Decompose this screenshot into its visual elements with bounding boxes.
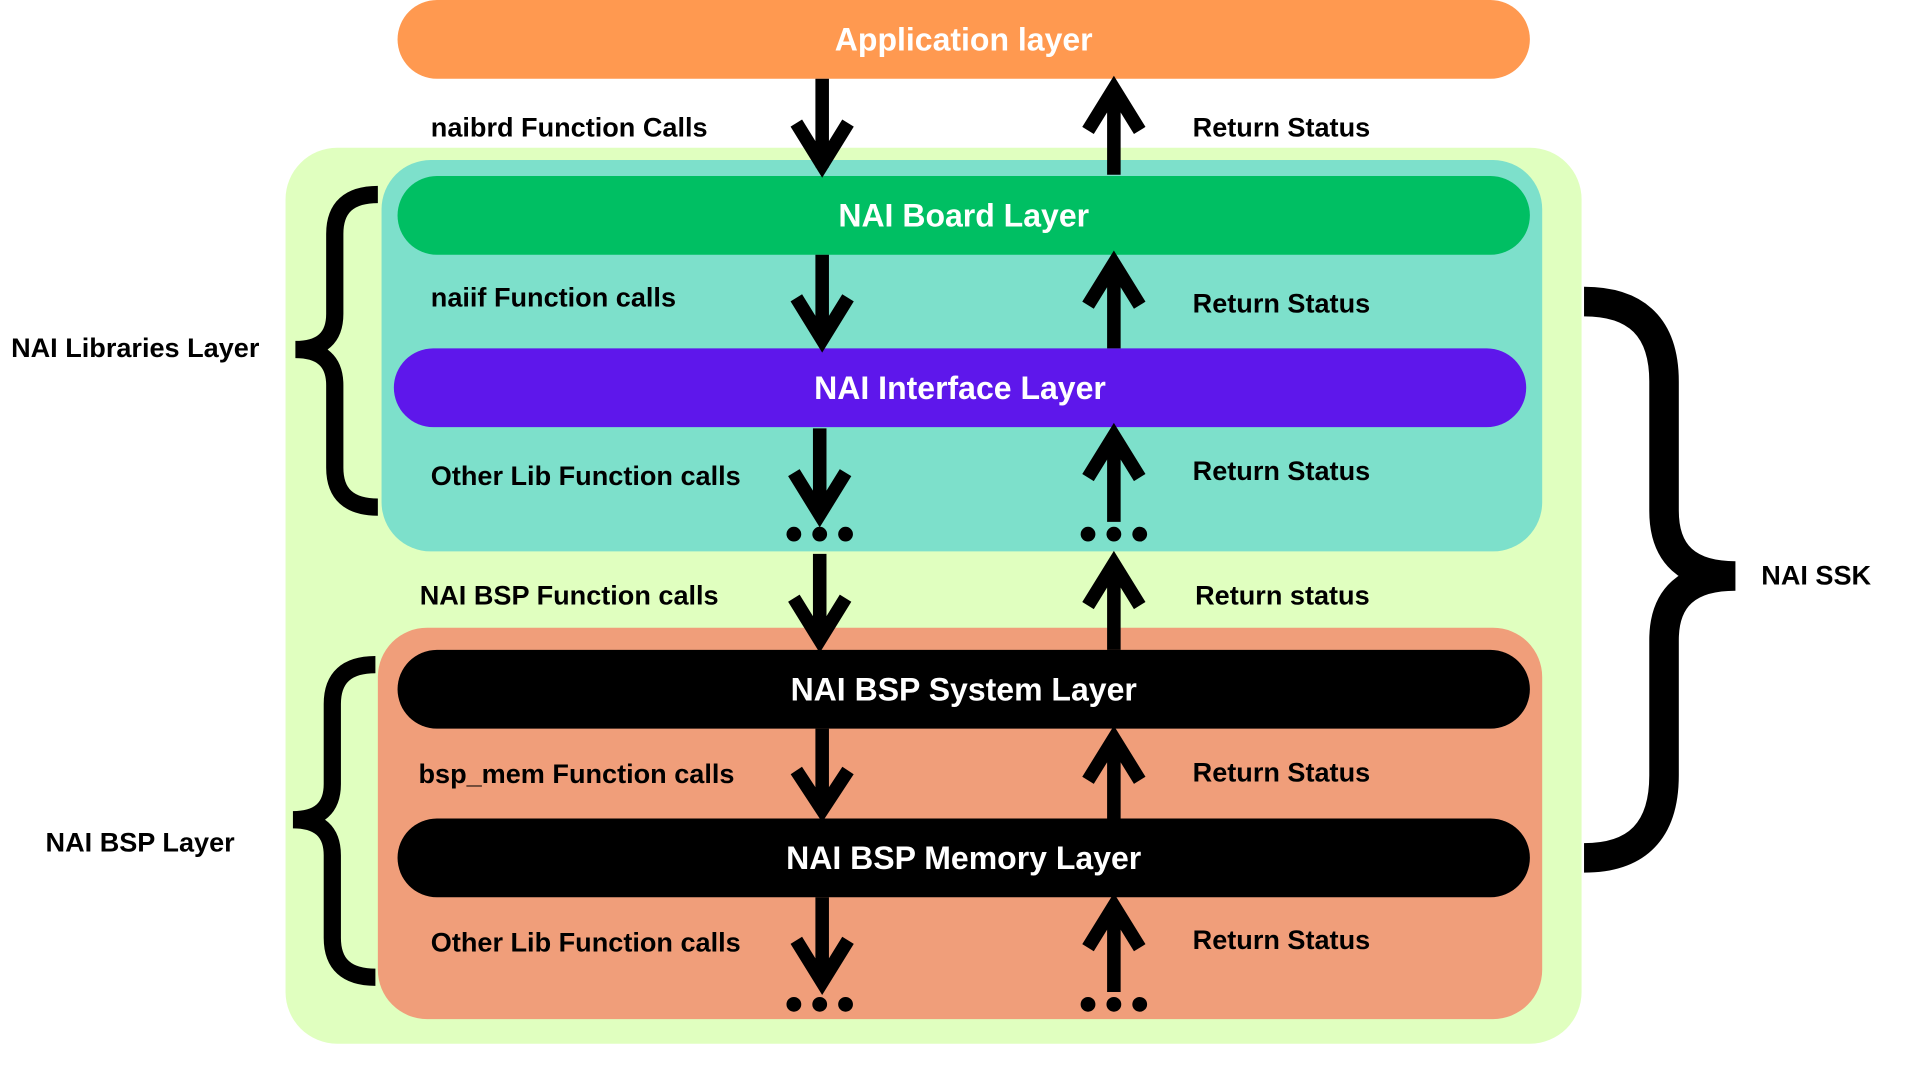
down-arrow-icon [788, 553, 852, 653]
down-arrow-icon [788, 428, 852, 528]
return-status-label: Return Status [1192, 756, 1371, 788]
libraries-brace-icon [295, 185, 379, 516]
return-status-label: Return Status [1192, 455, 1371, 487]
libraries-group-label: NAI Libraries Layer [11, 332, 260, 364]
bsp-mem-calls-label: bsp_mem Function calls [418, 758, 735, 789]
down-arrow-icon [790, 254, 854, 353]
ssk-brace-icon [1583, 286, 1736, 873]
up-arrow-icon [1082, 892, 1146, 993]
other-lib-calls-label: Other Lib Function calls [430, 460, 741, 492]
return-status-label: Return status [1195, 579, 1370, 611]
naiif-calls-label: naiif Function calls [430, 281, 677, 313]
return-status-label: Return Status [1192, 288, 1371, 319]
return-status-label: Return Status [1192, 924, 1371, 956]
naibrd-calls-label: naibrd Function Calls [430, 112, 708, 143]
up-arrow-icon [1082, 725, 1146, 819]
connectors [292, 75, 1736, 1012]
up-arrow-icon [1082, 422, 1146, 522]
nai-bsp-calls-label: NAI BSP Function calls [419, 579, 719, 611]
architecture-diagram: Application layer NAI Board Layer NAI In… [0, 0, 1920, 1081]
up-arrow-icon [1082, 250, 1146, 349]
down-arrow-icon [790, 728, 854, 823]
down-arrow-icon [790, 897, 854, 996]
ssk-group-label: NAI SSK [1761, 560, 1872, 591]
bsp-brace-icon [292, 656, 376, 986]
other-lib-calls-label: Other Lib Function calls [430, 926, 741, 958]
return-status-label: Return Status [1192, 112, 1371, 143]
down-arrow-icon [790, 78, 854, 178]
up-arrow-icon [1082, 75, 1146, 175]
up-arrow-icon [1082, 550, 1146, 650]
bsp-group-label: NAI BSP Layer [45, 827, 235, 858]
